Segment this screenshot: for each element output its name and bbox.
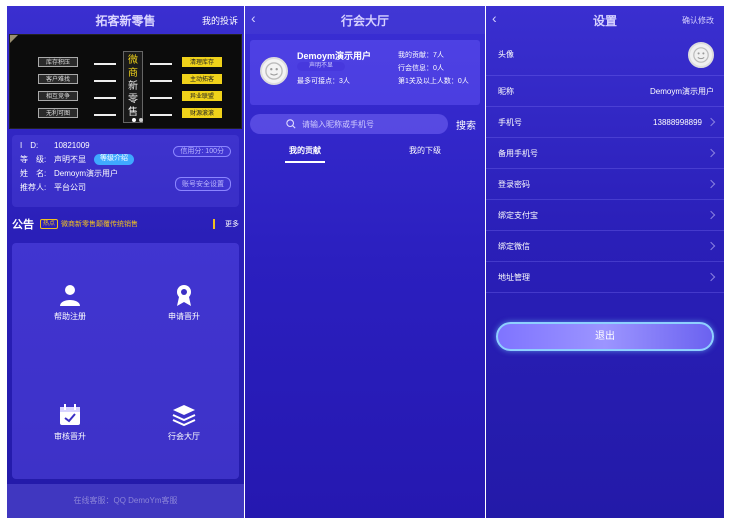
search-icon <box>286 119 296 129</box>
customer-service-footer[interactable]: 在线客服：QQ DemoYm客服 <box>7 484 244 518</box>
banner-tag: 主动拓客 <box>182 74 222 84</box>
settings-row-nickname[interactable]: 昵称 Demoym演示用户 <box>486 76 724 107</box>
banner-tag: 相互竞争 <box>38 91 78 101</box>
banner-tag: 无利可图 <box>38 108 78 118</box>
phone-value: 13888998899 <box>653 117 702 127</box>
help-register-button[interactable]: 帮助注册 <box>30 283 110 322</box>
home-screen: 拓客新零售 我的投诉 库存积压 客户难找 相互竞争 无利可图 微 商 新 零 售… <box>7 6 244 518</box>
hot-badge: 热点 <box>40 219 59 229</box>
chevron-right-icon <box>706 148 716 158</box>
search-row: 搜索 <box>250 114 480 134</box>
guild-claimable: 最多可接点：3人 <box>297 78 350 85</box>
back-icon[interactable]: ‹ <box>492 10 497 26</box>
banner-tag: 库存积压 <box>38 57 78 67</box>
credit-score-button[interactable]: 信用分: 100分 <box>173 146 231 157</box>
carousel-dot[interactable] <box>139 118 143 122</box>
notice-bar[interactable]: 公告 热点 微商新零售颠覆传统销售 更多 <box>12 215 239 233</box>
award-icon <box>177 285 191 306</box>
settings-row-wechat[interactable]: 绑定微信 <box>486 231 724 262</box>
chevron-right-icon <box>706 210 716 220</box>
avatar[interactable] <box>688 41 714 68</box>
banner-corner <box>10 35 18 43</box>
account-info-card: I D: 10821009 等 级: 声明不显 等级介绍 姓 名: Demoym… <box>12 135 239 207</box>
guild-first-level-count: 第1关及以上人数：0人 <box>398 78 469 85</box>
settings-header: ‹ 设置 确认修改 <box>486 6 724 34</box>
notice-divider <box>213 219 215 229</box>
notice-text[interactable]: 微商新零售颠覆传统销售 <box>61 219 213 229</box>
layers-icon <box>172 405 196 427</box>
tab-my-subordinates[interactable]: 我的下级 <box>365 141 485 165</box>
settings-row-password[interactable]: 登录密码 <box>486 169 724 200</box>
function-grid: 帮助注册 申请晋升 审核晋升 行会大厅 <box>12 243 239 479</box>
settings-title: 设置 <box>592 13 617 28</box>
banner-arrow <box>94 63 116 65</box>
banner-tag: 财源滚滚 <box>182 108 222 118</box>
banner-arrow <box>150 80 172 82</box>
logout-button[interactable]: 退出 <box>496 322 714 351</box>
guild-tabs: 我的贡献 我的下级 <box>245 141 485 165</box>
banner-carousel[interactable]: 库存积压 客户难找 相互竞争 无利可图 微 商 新 零 售 清理库存 主动拓客 … <box>9 34 242 129</box>
settings-row-address[interactable]: 地址管理 <box>486 262 724 293</box>
carousel-dots[interactable] <box>132 118 143 122</box>
search-box[interactable] <box>250 114 448 134</box>
guild-user-name: Demoym演示用户 <box>297 51 372 61</box>
settings-row-phone[interactable]: 手机号 13888998899 <box>486 107 724 138</box>
guild-title: 行会大厅 <box>340 13 389 28</box>
apply-promotion-button[interactable]: 申请晋升 <box>144 283 224 322</box>
home-header: 拓客新零售 我的投诉 <box>7 6 244 34</box>
guild-hall-button[interactable]: 行会大厅 <box>144 403 224 442</box>
user-level: 声明不显 <box>54 155 86 164</box>
banner-tag: 异业联盟 <box>182 91 222 101</box>
level-intro-button[interactable]: 等级介绍 <box>94 154 134 165</box>
banner-arrow <box>94 97 116 99</box>
guild-user-level: 声明不显 <box>297 62 346 71</box>
banner-arrow <box>94 80 116 82</box>
banner-arrow <box>150 63 172 65</box>
guild-hall-screen: ‹ 行会大厅 Demoym演示用户 声明不显 最多可接点：3人 我的贡献：7人 … <box>245 6 485 518</box>
tab-my-contribution[interactable]: 我的贡献 <box>245 141 365 165</box>
chevron-right-icon <box>706 117 716 127</box>
banner-solutions: 清理库存 主动拓客 异业联盟 财源滚滚 <box>182 57 222 118</box>
chevron-right-icon <box>706 179 716 189</box>
review-promotion-button[interactable]: 审核晋升 <box>30 403 110 442</box>
chevron-right-icon <box>706 241 716 251</box>
referrer-name: 平台公司 <box>54 183 86 192</box>
home-title: 拓客新零售 <box>95 13 156 28</box>
banner-arrow <box>150 97 172 99</box>
calendar-check-icon <box>60 404 80 425</box>
chevron-right-icon <box>706 272 716 282</box>
confirm-edit-button[interactable]: 确认修改 <box>682 15 714 26</box>
search-button[interactable]: 搜索 <box>456 117 476 132</box>
banner-arrow <box>94 114 116 116</box>
settings-screen: ‹ 设置 确认修改 头像 昵称 Demoym演示用户 手机号 138889988… <box>486 6 724 518</box>
nickname-value: Demoym演示用户 <box>649 86 714 96</box>
banner-tag: 客户难找 <box>38 74 78 84</box>
avatar-face-icon <box>265 62 283 80</box>
banner-tag: 清理库存 <box>182 57 222 67</box>
guild-info: 行会信息：0人 <box>398 65 444 72</box>
settings-list: 头像 昵称 Demoym演示用户 手机号 13888998899 备用手机号 登… <box>486 34 724 293</box>
user-name: Demoym演示用户 <box>54 169 119 178</box>
settings-row-avatar[interactable]: 头像 <box>486 34 724 76</box>
notice-more-link[interactable]: 更多 <box>225 219 239 229</box>
carousel-dot[interactable] <box>132 118 136 122</box>
user-icon <box>60 285 80 306</box>
banner-arrow <box>150 114 172 116</box>
avatar-face-icon <box>693 46 709 63</box>
search-input[interactable] <box>302 119 412 129</box>
account-security-button[interactable]: 账号安全设置 <box>175 177 231 191</box>
notice-title: 公告 <box>12 219 34 231</box>
back-icon[interactable]: ‹ <box>251 10 256 26</box>
settings-row-alipay[interactable]: 绑定支付宝 <box>486 200 724 231</box>
settings-row-backup-phone[interactable]: 备用手机号 <box>486 138 724 169</box>
user-id: 10821009 <box>54 141 90 150</box>
guild-user-card: Demoym演示用户 声明不显 最多可接点：3人 我的贡献：7人 行会信息：0人… <box>250 40 480 105</box>
guild-header: ‹ 行会大厅 <box>245 6 485 34</box>
guild-contribution: 我的贡献：7人 <box>398 52 444 59</box>
avatar <box>260 57 288 85</box>
complaint-link[interactable]: 我的投诉 <box>202 14 238 27</box>
banner-problems: 库存积压 客户难找 相互竞争 无利可图 <box>38 57 78 118</box>
banner-center-title: 微 商 新 零 售 <box>123 51 143 123</box>
